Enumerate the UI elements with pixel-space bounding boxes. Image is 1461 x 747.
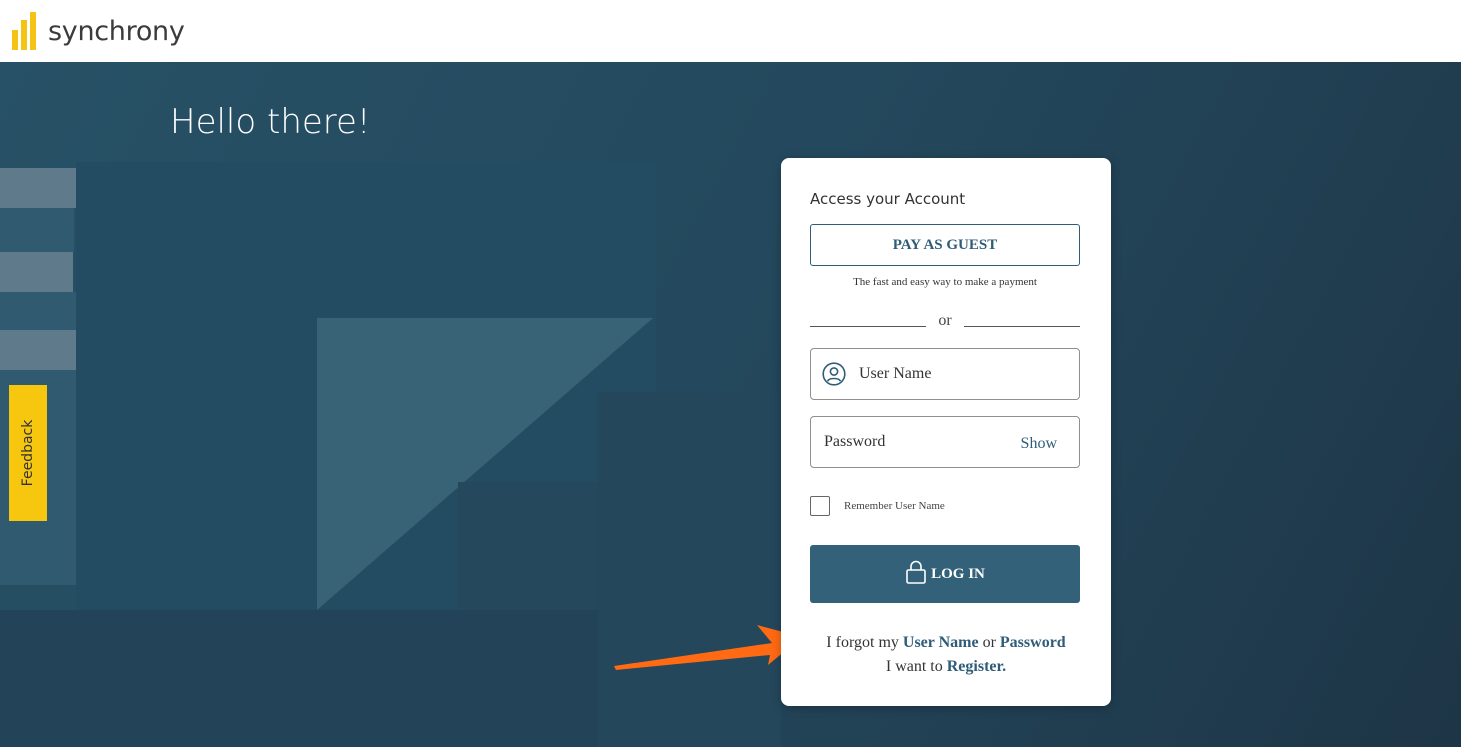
password-input[interactable] — [824, 417, 1004, 467]
top-header: synchrony — [0, 0, 1461, 62]
show-password-toggle[interactable]: Show — [1021, 435, 1057, 453]
help-links: I forgot my User Name or Password I want… — [781, 631, 1111, 679]
remember-label: Remember User Name — [844, 500, 945, 512]
decor-shape — [0, 610, 598, 747]
forgot-line: I forgot my User Name or Password — [781, 631, 1111, 655]
decor-shape — [458, 482, 598, 610]
forgot-username-link[interactable]: User Name — [903, 634, 979, 651]
or-divider: or — [810, 312, 1080, 334]
logo-bars-icon — [12, 12, 42, 50]
feedback-label: Feedback — [20, 419, 36, 487]
arrow-icon — [614, 625, 802, 670]
pay-as-guest-button[interactable]: PAY AS GUEST — [810, 224, 1080, 266]
username-field[interactable] — [810, 348, 1080, 400]
remember-username: Remember User Name — [810, 496, 945, 516]
login-button[interactable]: LOG IN — [810, 545, 1080, 603]
login-card: Access your Account PAY AS GUEST The fas… — [781, 158, 1111, 706]
logo-wordmark: synchrony — [48, 15, 185, 47]
forgot-password-link[interactable]: Password — [1000, 634, 1066, 651]
remember-checkbox[interactable] — [810, 496, 830, 516]
guest-subtitle: The fast and easy way to make a payment — [853, 276, 1037, 288]
login-label: LOG IN — [931, 565, 985, 582]
synchrony-logo[interactable]: synchrony — [12, 12, 185, 50]
decor-shape — [598, 392, 781, 747]
register-line: I want to Register. — [781, 655, 1111, 679]
username-input[interactable] — [859, 349, 1069, 399]
feedback-tab[interactable]: Feedback — [9, 385, 47, 521]
password-field[interactable]: Show — [810, 416, 1080, 468]
forgot-prefix: I forgot my — [826, 634, 899, 651]
decor-shape — [0, 252, 73, 292]
divider-line — [964, 326, 1080, 327]
card-title: Access your Account — [810, 190, 966, 208]
divider-text: or — [938, 312, 952, 329]
decor-shape — [0, 292, 76, 330]
page-greeting: Hello there! — [170, 102, 371, 142]
decor-shape — [0, 208, 74, 252]
register-prefix: I want to — [885, 658, 943, 675]
lock-icon — [906, 560, 926, 584]
user-circle-icon — [822, 362, 846, 386]
hero-section: Hello there! Feedback Access your Accoun… — [0, 62, 1461, 747]
forgot-or: or — [982, 634, 996, 651]
register-link[interactable]: Register. — [947, 658, 1006, 675]
